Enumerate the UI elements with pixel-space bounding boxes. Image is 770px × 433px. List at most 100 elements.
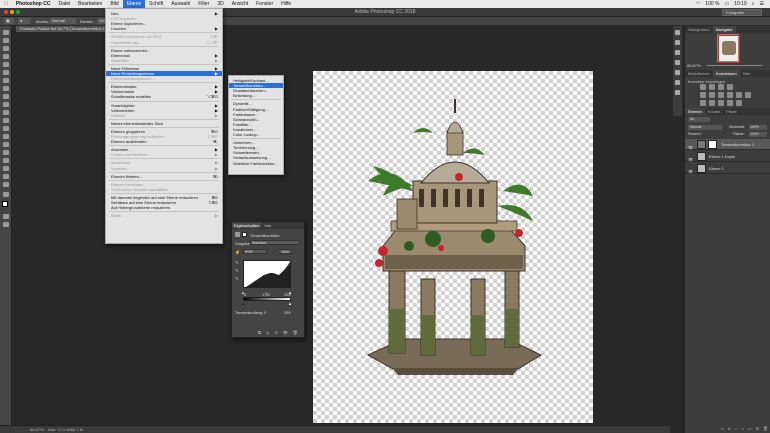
channel-mixer-icon[interactable] [745,92,751,98]
auto-button[interactable]: Auto [278,249,292,254]
tab-styles[interactable]: Stile [740,70,754,77]
swatches-panel-icon[interactable] [675,60,680,65]
menu-datei[interactable]: Datei [54,0,74,8]
clip-to-layer-icon[interactable]: ⧉ [258,330,261,335]
navigator-thumbnail[interactable] [717,34,740,63]
lasso-tool-icon[interactable] [3,46,9,51]
properties-panel-icon[interactable] [675,90,680,95]
document-canvas[interactable] [313,71,593,423]
submenu-item-belichtung[interactable]: Belichtung... [229,93,283,98]
quick-mask-icon[interactable] [3,214,9,219]
levels-icon[interactable] [709,84,715,90]
visibility-eye-icon[interactable]: 👁 [688,166,693,177]
toggle-visibility-icon[interactable]: 👁 [283,330,288,335]
mode-select[interactable]: Normal [50,18,76,24]
output-white-value[interactable]: 255 [284,310,291,315]
apple-icon[interactable]:  [0,0,12,8]
tab-info[interactable]: Info [262,223,273,228]
menu-item-auf-hintergrundebene-reduzieren[interactable]: Auf Hintergrundebene reduzieren [106,205,222,210]
add-mask-icon[interactable]: ◐ [735,426,737,432]
brush-size-picker[interactable]: ● [18,18,30,24]
dodge-tool-icon[interactable] [3,134,9,139]
input-black-slider[interactable]: ▲ [241,290,245,295]
black-point-eyedropper-icon[interactable]: ✎ [235,260,238,265]
delete-layer-icon[interactable]: 🗑 [763,426,768,432]
paragraph-panel-icon[interactable] [675,80,680,85]
brush-panel-icon[interactable] [675,50,680,55]
new-layer-icon[interactable]: ⊞ [756,426,759,432]
menu-item-schnittmaske-erstellen[interactable]: Schnittmaske erstellen ⌥⌘G [106,94,222,99]
quick-select-tool-icon[interactable] [3,54,9,59]
character-panel-icon[interactable] [675,70,680,75]
actions-panel-icon[interactable] [675,40,680,45]
history-panel-icon[interactable] [675,30,680,35]
layer-name[interactable]: Ebene 1 Kopie [709,151,735,162]
tab-channels[interactable]: Kanäle [705,108,723,115]
layer-filter-kind[interactable]: Art [688,117,710,122]
fx-icon[interactable]: fx [728,426,731,432]
invert-icon[interactable] [700,100,706,106]
menu-bearbeiten[interactable]: Bearbeiten [74,0,106,8]
preset-select[interactable]: Standard [250,240,300,245]
color-balance-icon[interactable] [718,92,724,98]
battery-icon[interactable]: ▭ [724,1,729,7]
eyedropper-tool-icon[interactable] [3,70,9,75]
type-tool-icon[interactable] [3,150,9,155]
submenu-item-color-lookup[interactable]: Color Lookup... [229,132,283,137]
gray-point-eyedropper-icon[interactable]: ✎ [235,268,238,273]
status-doc-info[interactable]: Dok: 17,1 M/60,7 M [48,427,83,432]
navigator-zoom[interactable]: 66,67% [687,63,701,68]
foreground-color-swatch[interactable] [2,201,8,207]
control-center-icon[interactable]: ☰ [760,1,764,7]
reset-icon[interactable]: ↺ [274,330,277,335]
white-point-eyedropper-icon[interactable]: ✎ [235,276,238,281]
vibrance-icon[interactable] [700,92,706,98]
menu-item-ebenen-ausblenden[interactable]: Ebenen ausblenden ⌘, [106,139,222,144]
tab-navigator[interactable]: Navigator [712,26,736,33]
selective-color-icon[interactable] [736,100,742,106]
hand-tool-icon[interactable] [3,174,9,179]
delete-adjustment-icon[interactable]: 🗑 [293,330,298,335]
menu-schrift[interactable]: Schrift [145,0,167,8]
brightness-contrast-icon[interactable] [700,84,706,90]
output-black-value[interactable]: 0 [264,310,266,315]
gradient-tool-icon[interactable] [3,118,9,123]
tab-properties[interactable]: Eigenschaften [232,223,262,228]
marquee-tool-icon[interactable] [3,38,9,43]
menu-hilfe[interactable]: Hilfe [277,0,295,8]
tab-adjustments[interactable]: Korrekturen [712,70,740,77]
zoom-tool-icon[interactable] [3,182,9,187]
layer-name[interactable]: Ebene 1 [709,163,724,174]
new-group-icon[interactable]: ▭ [748,426,752,432]
status-zoom[interactable]: 66,67% [30,427,44,432]
menu-item-ebenen-fixieren[interactable]: Ebenen fixieren... ⌘/ [106,174,222,179]
menu-ebene[interactable]: Ebene [122,0,146,8]
layer-fill-input[interactable]: 100% [749,132,767,137]
menu-filter[interactable]: Filter [194,0,213,8]
layer-row-ebene1[interactable]: 👁 Ebene 1 [685,163,770,174]
clock[interactable]: 10:19 [734,1,747,7]
tab-histogram[interactable]: Histogramm [685,26,713,33]
blur-tool-icon[interactable] [3,126,9,131]
channel-select[interactable]: RGB [243,249,267,254]
submenu-item-selektive-farbkorrektur[interactable]: Selektive Farbkorrektur... [229,161,283,166]
menu-app-name[interactable]: Photoshop CC [12,0,55,8]
workspace-switcher[interactable]: Fotografie [722,9,762,16]
menu-auswahl[interactable]: Auswahl [167,0,194,8]
layer-mask-thumb[interactable] [708,140,717,149]
photo-filter-icon[interactable] [736,92,742,98]
shape-tool-icon[interactable] [3,166,9,171]
menu-item-neues-ebenenbasiertes-slice[interactable]: Neues ebenenbasiertes Slice [106,121,222,126]
menu-3d[interactable]: 3D [213,0,227,8]
new-adjustment-icon[interactable]: ◑ [741,426,743,432]
output-white-slider[interactable]: ▲ [288,301,292,306]
tool-preset-icon[interactable]: ▣ [4,18,14,24]
navigator-view-box[interactable] [718,35,740,63]
layer-opacity-input[interactable]: 100% [749,125,767,130]
tab-libraries[interactable]: Bibliotheken [685,70,713,77]
menu-ansicht[interactable]: Ansicht [228,0,252,8]
clone-stamp-tool-icon[interactable] [3,94,9,99]
posterize-icon[interactable] [709,100,715,106]
tab-layers[interactable]: Ebenen [685,108,705,115]
link-layers-icon[interactable]: ∞ [721,426,724,432]
